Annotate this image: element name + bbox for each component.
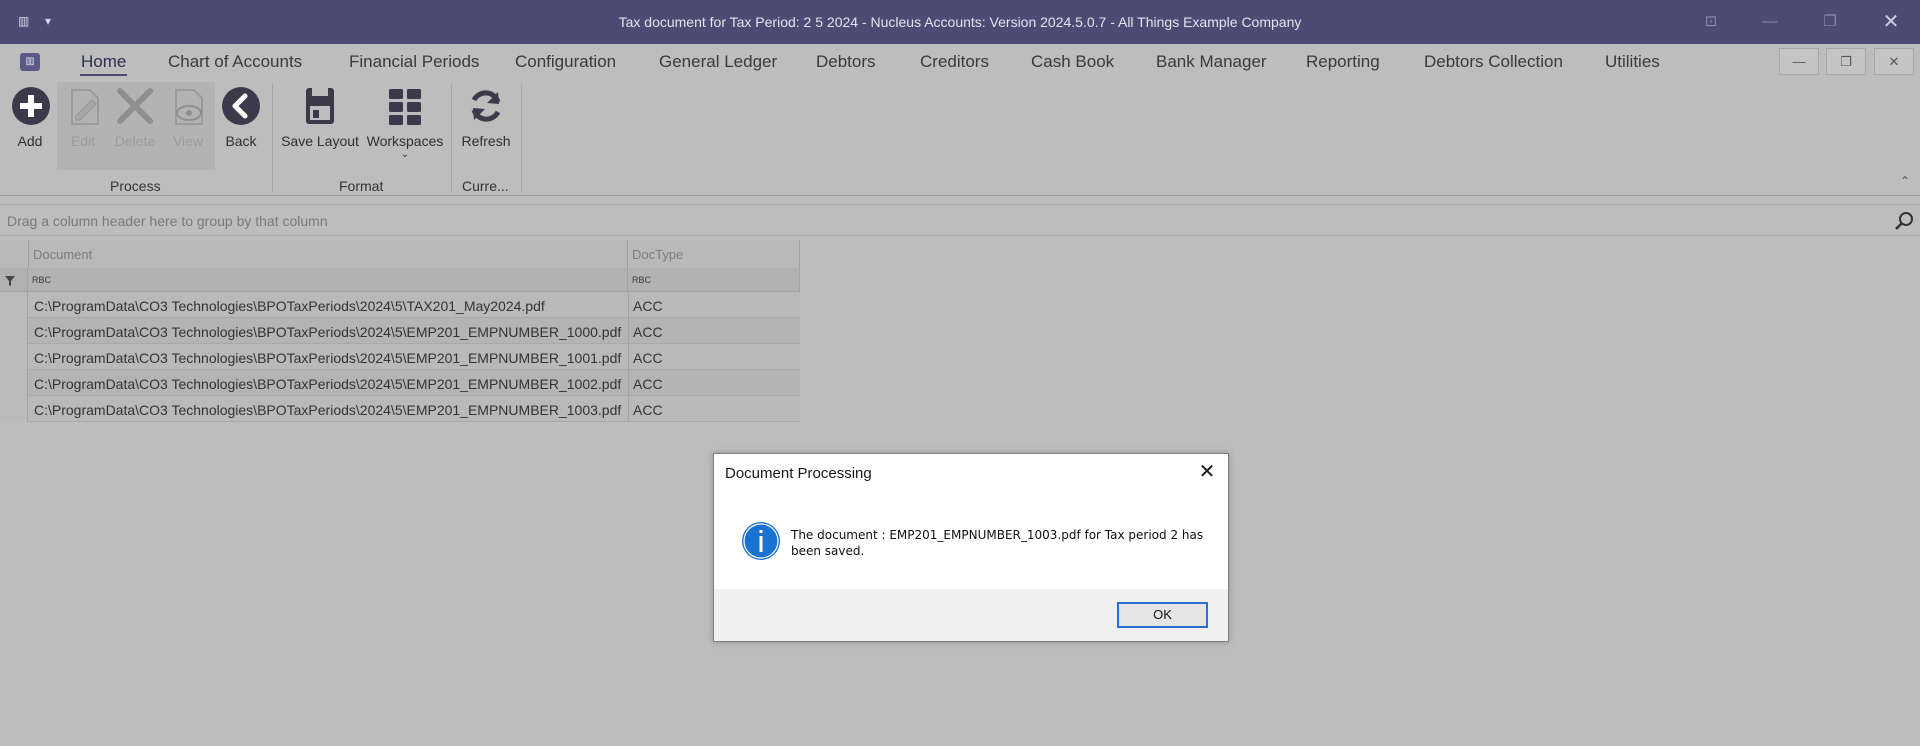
menu-financial-periods[interactable]: Financial Periods: [349, 52, 479, 72]
process-group-label: Process: [110, 178, 161, 194]
document-processing-dialog: Document Processing ✕ The document : EMP…: [713, 453, 1229, 642]
edit-button[interactable]: Edit: [60, 80, 106, 168]
delete-label: Delete: [114, 133, 156, 149]
ribbon-separator: [521, 84, 522, 192]
menu-cash-book[interactable]: Cash Book: [1031, 52, 1114, 72]
menu-debtors-collection[interactable]: Debtors Collection: [1424, 52, 1563, 72]
menu-bank-manager[interactable]: Bank Manager: [1156, 52, 1267, 72]
document-cell: C:\ProgramData\CO3 Technologies\BPOTaxPe…: [34, 350, 622, 366]
workspaces-dropdown-icon: ⌄: [400, 149, 410, 160]
mdi-restore-button[interactable]: ❐: [1826, 48, 1866, 75]
refresh-icon: [471, 90, 501, 122]
view-label: View: [172, 133, 204, 149]
format-group-label: Format: [339, 178, 384, 194]
current-group-label: Curre...: [462, 178, 509, 194]
window-title: Tax document for Tax Period: 2 5 2024 - …: [618, 14, 1302, 30]
save-layout-icon: [306, 88, 334, 124]
mdi-minimize-button[interactable]: —: [1779, 48, 1819, 75]
document-cell: C:\ProgramData\CO3 Technologies\BPOTaxPe…: [34, 376, 622, 392]
app-menu-icon[interactable]: ▥: [20, 53, 40, 71]
save-layout-label: Save Layout: [281, 133, 359, 149]
edit-label: Edit: [70, 133, 96, 149]
doctype-cell: ACC: [633, 376, 663, 392]
text-filter-icon: RBC: [32, 275, 52, 285]
title-bar: ▥ ▾ Tax document for Tax Period: 2 5 202…: [0, 0, 1920, 44]
menu-home[interactable]: Home: [81, 52, 126, 72]
view-icon: [175, 89, 203, 125]
group-panel-hint: Drag a column header here to group by th…: [7, 213, 328, 229]
menu-chart-of-accounts[interactable]: Chart of Accounts: [168, 52, 302, 72]
add-button[interactable]: Add: [6, 80, 54, 168]
back-label: Back: [225, 133, 257, 149]
workspaces-button[interactable]: Workspaces ⌄: [364, 80, 446, 168]
add-icon: [12, 87, 50, 125]
refresh-button[interactable]: Refresh: [456, 80, 516, 168]
collapse-ribbon-icon[interactable]: ⌃: [1900, 174, 1910, 188]
column-divider: [628, 292, 629, 422]
ok-button[interactable]: OK: [1117, 602, 1208, 628]
document-cell: C:\ProgramData\CO3 Technologies\BPOTaxPe…: [34, 402, 622, 418]
refresh-label: Refresh: [461, 133, 511, 149]
menu-bar: ▥ Home Chart of Accounts Financial Perio…: [0, 44, 1920, 80]
mdi-close-button[interactable]: ✕: [1874, 48, 1914, 75]
filter-row-indicator: [0, 268, 28, 292]
row-indicator-header: [0, 240, 29, 268]
edit-icon: [71, 89, 99, 125]
row-indicator-column: [0, 292, 28, 422]
ribbon-separator: [451, 84, 452, 192]
table-row[interactable]: C:\ProgramData\CO3 Technologies\BPOTaxPe…: [28, 370, 800, 396]
doctype-cell: ACC: [633, 350, 663, 366]
dialog-message: The document : EMP201_EMPNUMBER_1003.pdf…: [791, 528, 1204, 558]
filter-cell-doctype[interactable]: RBC: [628, 268, 800, 292]
minimize-button[interactable]: —: [1755, 10, 1785, 34]
ribbon-separator: [272, 84, 273, 192]
close-window-button[interactable]: ✕: [1876, 10, 1906, 34]
workspaces-label: Workspaces: [366, 133, 444, 149]
doctype-cell: ACC: [633, 324, 663, 340]
menu-configuration[interactable]: Configuration: [515, 52, 616, 72]
table-row[interactable]: C:\ProgramData\CO3 Technologies\BPOTaxPe…: [28, 292, 800, 318]
view-button[interactable]: View: [165, 80, 211, 168]
menu-utilities[interactable]: Utilities: [1605, 52, 1660, 72]
delete-button[interactable]: Delete: [110, 80, 160, 168]
doctype-cell: ACC: [633, 298, 663, 314]
filter-cell-document[interactable]: RBC: [28, 268, 628, 292]
menu-general-ledger[interactable]: General Ledger: [659, 52, 777, 72]
group-by-panel[interactable]: Drag a column header here to group by th…: [0, 204, 1920, 236]
save-layout-button[interactable]: Save Layout: [280, 80, 360, 168]
back-icon: [222, 87, 260, 125]
dialog-footer: OK: [714, 589, 1228, 641]
workspaces-grid-icon: [389, 89, 421, 125]
table-row[interactable]: C:\ProgramData\CO3 Technologies\BPOTaxPe…: [28, 344, 800, 370]
document-cell: C:\ProgramData\CO3 Technologies\BPOTaxPe…: [34, 298, 545, 314]
text-filter-icon: RBC: [632, 275, 652, 285]
menu-reporting[interactable]: Reporting: [1306, 52, 1380, 72]
doctype-cell: ACC: [633, 402, 663, 418]
column-header-document[interactable]: Document: [29, 240, 628, 268]
delete-x-icon: [117, 88, 153, 124]
search-icon[interactable]: [1894, 211, 1914, 231]
add-label: Add: [17, 133, 43, 149]
dialog-close-button[interactable]: ✕: [1196, 461, 1218, 483]
menu-debtors[interactable]: Debtors: [816, 52, 876, 72]
column-header-doctype[interactable]: DocType: [628, 240, 800, 268]
table-row[interactable]: C:\ProgramData\CO3 Technologies\BPOTaxPe…: [28, 318, 800, 344]
table-row[interactable]: C:\ProgramData\CO3 Technologies\BPOTaxPe…: [28, 396, 800, 422]
dialog-title: Document Processing: [725, 465, 872, 482]
active-tab-indicator: [80, 74, 127, 76]
filter-icon[interactable]: [4, 275, 16, 287]
menu-creditors[interactable]: Creditors: [920, 52, 989, 72]
ribbon: Add Edit Delete View Back Process Save L…: [0, 80, 1920, 196]
info-icon: [742, 522, 780, 560]
ribbon-display-icon[interactable]: ⊡: [1696, 10, 1726, 34]
restore-button[interactable]: ❐: [1815, 10, 1845, 34]
back-button[interactable]: Back: [218, 80, 264, 168]
document-cell: C:\ProgramData\CO3 Technologies\BPOTaxPe…: [34, 324, 622, 340]
